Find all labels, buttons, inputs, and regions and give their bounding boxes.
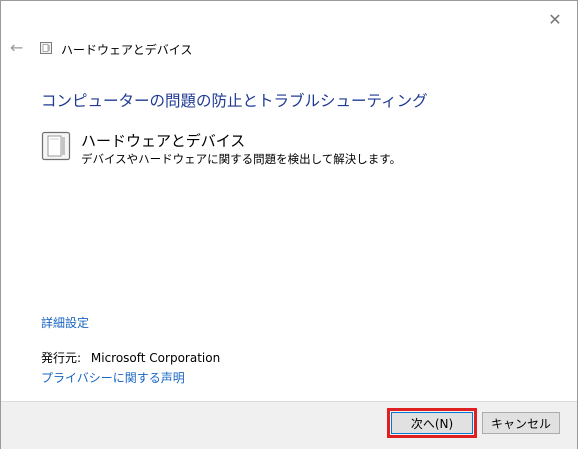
privacy-statement-link[interactable]: プライバシーに関する声明 — [41, 369, 185, 386]
page-heading: コンピューターの問題の防止とトラブルシューティング — [41, 92, 428, 110]
troubleshooter-window: ✕ ← ハードウェアとデバイス コンピューターの問題の防止とトラブルシューティン… — [0, 0, 578, 449]
device-icon — [41, 131, 71, 161]
close-button[interactable]: ✕ — [541, 7, 569, 31]
back-button[interactable]: ← — [10, 39, 28, 57]
next-button[interactable]: 次へ(N) — [387, 408, 477, 438]
device-icon — [40, 42, 52, 54]
advanced-settings-link[interactable]: 詳細設定 — [41, 314, 89, 331]
window-title: ハードウェアとデバイス — [61, 43, 193, 57]
publisher-label: 発行元: — [41, 351, 82, 365]
item-description: デバイスやハードウェアに関する問題を検出して解決します。 — [81, 152, 402, 166]
item-title: ハードウェアとデバイス — [81, 132, 246, 150]
cancel-button[interactable]: キャンセル — [482, 412, 560, 434]
footer-bar: 次へ(N) キャンセル — [1, 401, 577, 449]
publisher-row: 発行元: Microsoft Corporation — [41, 349, 220, 366]
close-icon: ✕ — [548, 9, 562, 29]
back-arrow-icon: ← — [10, 38, 24, 57]
publisher-name: Microsoft Corporation — [90, 351, 221, 365]
